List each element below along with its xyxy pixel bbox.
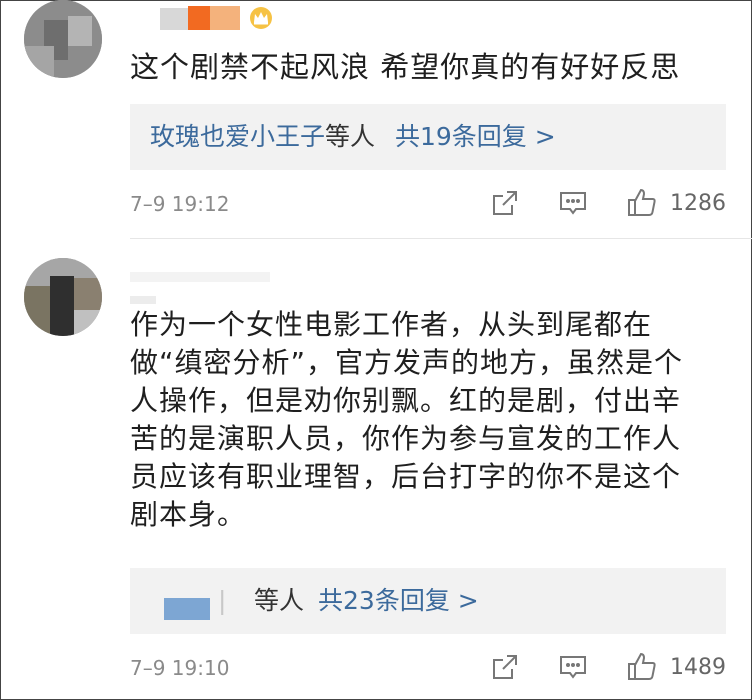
reply-summary[interactable]: | 等人 共23条回复 > [130, 568, 726, 634]
comment-item: 作为一个女性电影工作者，从头到尾都在做“缜密分析”，官方发声的地方，虽然是个人操… [0, 240, 752, 700]
reply-etc-label: 等人 [254, 586, 305, 615]
username-blurred[interactable] [130, 262, 290, 304]
comment-meta: 7–9 19:12 1286 [130, 188, 726, 220]
reply-user-link[interactable]: 玫瑰也爱小王子 [150, 122, 325, 151]
reply-user-blurred[interactable] [164, 598, 210, 620]
comment-time: 7–9 19:10 [130, 656, 230, 680]
like-count: 1286 [670, 191, 726, 216]
crown-icon [248, 6, 274, 30]
comment-icon[interactable] [558, 188, 588, 218]
reply-summary[interactable]: 玫瑰也爱小王子等人 共19条回复 > [130, 104, 726, 170]
username-blurred[interactable] [130, 2, 280, 32]
comment-divider [130, 238, 752, 239]
thumbs-up-icon[interactable] [626, 650, 658, 682]
comment-icon[interactable] [558, 652, 588, 682]
reply-count-link[interactable]: 共23条回复 > [318, 586, 479, 615]
reply-etc-label: 等人 [325, 122, 376, 151]
thumbs-up-icon[interactable] [626, 186, 658, 218]
comment-text: 这个剧禁不起风浪 希望你真的有好好反思 [130, 50, 681, 84]
avatar[interactable] [24, 258, 102, 336]
avatar[interactable] [24, 0, 102, 78]
share-icon[interactable] [490, 652, 520, 682]
comment-meta: 7–9 19:10 1489 [130, 652, 726, 684]
comment-item: 这个剧禁不起风浪 希望你真的有好好反思 玫瑰也爱小王子等人 共19条回复 > 7… [0, 0, 752, 240]
comment-time: 7–9 19:12 [130, 192, 230, 216]
like-count: 1489 [670, 655, 726, 680]
reply-count-link[interactable]: 共19条回复 > [395, 122, 556, 151]
share-icon[interactable] [490, 188, 520, 218]
comment-text: 作为一个女性电影工作者，从头到尾都在做“缜密分析”，官方发声的地方，虽然是个人操… [130, 308, 684, 531]
